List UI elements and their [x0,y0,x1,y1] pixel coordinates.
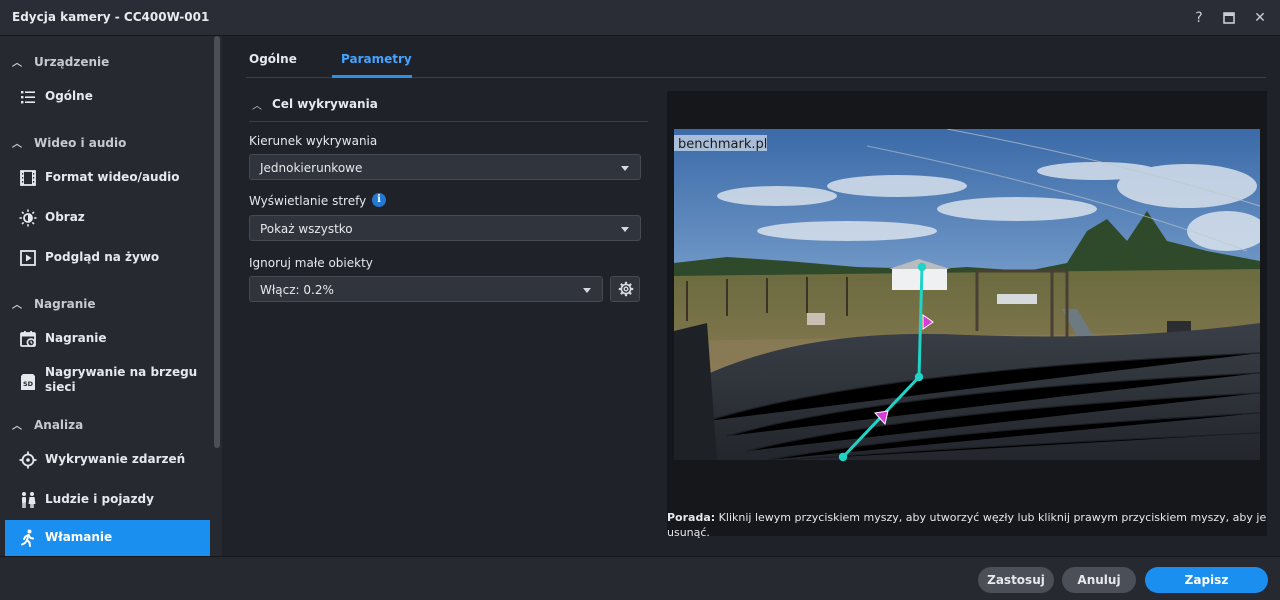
sidebar-scrollbar[interactable] [214,36,220,448]
sidebar-item-label: Format wideo/audio [45,170,180,184]
sidebar-item-recording[interactable]: Nagranie [5,321,210,357]
tab-general[interactable]: Ogólne [249,52,297,66]
sidebar-item-people-vehicles[interactable]: Ludzie i pojazdy [5,482,210,518]
panel-title: Cel wykrywania [272,97,378,111]
sidebar-item-label: Nagranie [45,331,107,345]
section-device[interactable]: ︿ Urządzenie [12,54,109,70]
sidebar-item-label: Wykrywanie zdarzeń [45,452,186,466]
caret-down-icon [583,288,591,293]
preview-canvas[interactable]: benchmark.pl [667,91,1267,536]
zone-display-select[interactable]: Pokaż wszystko [249,215,641,241]
line-node[interactable] [838,452,848,462]
sidebar-item-live-view[interactable]: Podgląd na żywo [5,240,210,276]
main-content: Ogólne Parametry ︿ Cel wykrywania Kierun… [222,36,1280,556]
apply-button[interactable]: Zastosuj [978,567,1054,593]
caret-down-icon [621,227,629,232]
line-node[interactable] [917,262,927,272]
sidebar-item-label: Ogólne [45,89,93,103]
list-icon [21,91,35,104]
people-icon [22,492,36,508]
walking-person-icon [21,529,34,547]
zone-display-label: Wyświetlanie strefy [249,194,367,208]
sidebar-item-label: Nagrywanie na brzegu sieci [45,365,198,394]
sd-card-icon: SD [21,374,35,390]
gear-icon [618,281,634,297]
sidebar-item-general[interactable]: Ogólne [5,79,210,115]
ignore-small-objects-select[interactable]: Włącz: 0.2% [249,276,603,302]
help-icon[interactable]: ? [1189,8,1209,28]
sidebar-item-label: Obraz [45,210,85,224]
hint-text: Porada: Kliknij lewym przyciskiem myszy,… [667,511,1267,539]
ignore-small-objects-label: Ignoruj małe obiekty [249,256,373,270]
watermark-text: benchmark.pl [678,137,767,152]
sidebar: ︿ Urządzenie Ogólne ︿ Wideo i audio Format… [0,36,222,556]
sidebar-item-label: Podgląd na żywo [45,250,160,264]
footer-bar: Zastosuj Anuluj Zapisz [0,556,1280,600]
section-video-audio[interactable]: ︿ Wideo i audio [12,135,126,151]
active-tab-indicator [332,75,412,78]
info-icon[interactable]: i [372,193,386,207]
section-analysis[interactable]: ︿ Analiza [12,417,83,433]
maximize-icon[interactable] [1219,8,1239,28]
title-bar: Edycja kamery - CC400W-001 ? ✕ [0,0,1280,36]
film-icon [20,170,36,186]
caret-down-icon [621,166,629,171]
chevron-up-icon: ︿ [12,421,22,432]
cancel-button[interactable]: Anuluj [1062,567,1136,593]
tab-parameters[interactable]: Parametry [341,52,412,66]
sidebar-item-intrusion[interactable]: Włamanie [5,520,210,556]
sidebar-item-video-format[interactable]: Format wideo/audio [5,160,210,196]
tab-bar: Ogólne Parametry [246,36,1266,78]
crosshair-icon [19,451,37,469]
calendar-record-icon [20,331,36,347]
window-title: Edycja kamery - CC400W-001 [12,10,210,24]
settings-button[interactable] [610,276,640,302]
save-button[interactable]: Zapisz [1145,567,1268,593]
chevron-up-icon: ︿ [252,101,262,112]
close-icon[interactable]: ✕ [1250,8,1270,28]
camera-preview: benchmark.pl [667,91,1267,536]
line-node[interactable] [914,372,924,382]
sidebar-item-image[interactable]: Obraz [5,200,210,236]
sidebar-item-label: Włamanie [45,530,113,544]
detection-target-header[interactable]: ︿ Cel wykrywania [249,94,648,122]
sidebar-item-label: Ludzie i pojazdy [45,492,154,506]
chevron-up-icon: ︿ [12,300,22,311]
play-icon [20,250,36,266]
chevron-up-icon: ︿ [12,139,22,150]
sidebar-item-edge-recording[interactable]: SD Nagrywanie na brzegu sieci [5,361,210,397]
sidebar-item-event-detection[interactable]: Wykrywanie zdarzeń [5,442,210,478]
direction-select[interactable]: Jednokierunkowe [249,154,641,180]
chevron-up-icon: ︿ [12,58,22,69]
direction-label: Kierunek wykrywania [249,134,378,148]
brightness-icon [19,209,37,227]
svg-text:SD: SD [23,380,34,388]
section-recording[interactable]: ︿ Nagranie [12,296,96,312]
